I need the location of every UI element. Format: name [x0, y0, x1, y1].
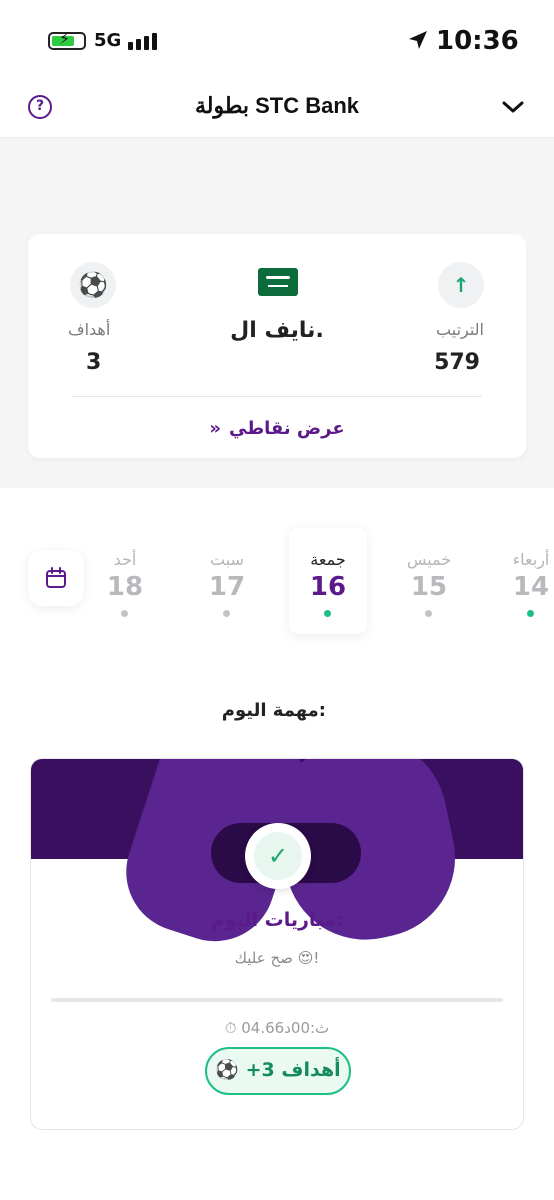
battery-charging-icon: ⚡ — [48, 31, 86, 50]
status-bar: ⚡ 5G 10:36 — [0, 0, 554, 80]
signal-bars-icon — [128, 32, 158, 50]
day-wednesday[interactable]: أربعاء 14 — [492, 528, 554, 634]
calendar-icon — [46, 567, 66, 588]
day-name: أربعاء — [512, 550, 550, 569]
day-name: أحد — [113, 550, 137, 569]
chevron-down-icon[interactable] — [500, 96, 526, 118]
day-number: 15 — [410, 572, 448, 602]
rank-value: 579 — [434, 350, 480, 375]
saudi-flag-icon — [258, 268, 298, 296]
task-title: مباريات اليوم: — [210, 909, 344, 931]
goals-reward-badge: ⚽ +3 أهداف — [205, 1047, 351, 1095]
progress-bar — [51, 998, 503, 1002]
page-title: بطولة STC Bank — [194, 93, 360, 118]
day-status-dot — [425, 610, 432, 617]
day-status-dot — [527, 610, 534, 617]
check-icon: ✓ — [245, 823, 311, 889]
day-name: خميس — [406, 550, 452, 569]
view-my-points-link[interactable]: » عرض نقاطي — [28, 418, 526, 439]
day-friday[interactable]: جمعة 16 — [289, 528, 367, 634]
soccer-ball-icon: ⚽ — [70, 262, 116, 308]
player-score-card: ⚽ ↑ أهداف الترتيب 3 579 نايف ال. » عرض نق… — [28, 234, 526, 458]
double-chevron-icon: » — [209, 418, 221, 439]
task-subtitle: صح عليك 😍! — [234, 949, 320, 967]
rank-up-arrow-icon: ↑ — [438, 262, 484, 308]
day-number: 17 — [208, 572, 246, 602]
divider — [72, 396, 482, 397]
app-header: ? بطولة STC Bank — [0, 80, 554, 138]
location-arrow-icon — [409, 31, 427, 49]
day-status-dot — [324, 610, 331, 617]
section-title: مهمة اليوم: — [221, 700, 326, 721]
timer-text: ⏱ 04.66ث:00د — [224, 1019, 330, 1037]
day-number: 16 — [309, 572, 347, 602]
day-number: 14 — [512, 572, 550, 602]
day-status-dot — [121, 610, 128, 617]
player-name: نايف ال. — [230, 318, 324, 343]
day-name: سبت — [210, 550, 244, 569]
mission-card[interactable]: ✓ مباريات اليوم: صح عليك 😍! ⏱ 04.66ث:00د… — [30, 758, 524, 1130]
network-type: 5G — [94, 30, 122, 51]
day-name: جمعة — [310, 550, 346, 569]
day-number: 18 — [106, 572, 144, 602]
check-glyph: ✓ — [254, 832, 302, 880]
day-saturday[interactable]: سبت 17 — [188, 528, 266, 634]
calendar-button[interactable] — [28, 550, 84, 606]
day-status-dot — [223, 610, 230, 617]
day-thursday[interactable]: خميس 15 — [390, 528, 468, 634]
day-sunday[interactable]: أحد 18 — [86, 528, 164, 634]
goals-value: 3 — [86, 350, 102, 375]
view-my-points-label: عرض نقاطي — [229, 418, 345, 439]
clock-time: 10:36 — [436, 26, 519, 56]
